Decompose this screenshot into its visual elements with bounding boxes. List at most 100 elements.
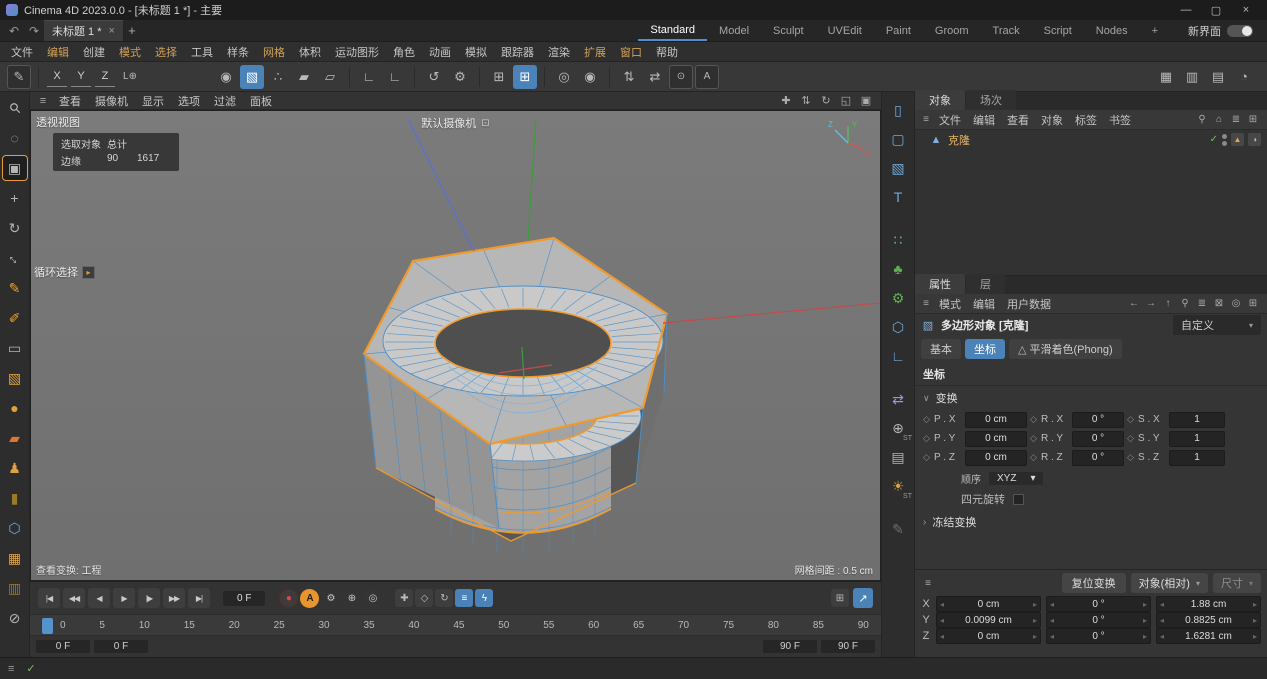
layout-tab[interactable]: Nodes	[1084, 20, 1140, 41]
cloner-icon[interactable]: ∷	[885, 228, 911, 252]
keyframe-dot-icon[interactable]: ◇	[923, 414, 931, 425]
workplane-lock-icon[interactable]: ∟	[383, 65, 407, 89]
layout-page-icon[interactable]: ▯	[885, 98, 911, 122]
snap-icon[interactable]: ⊞	[513, 65, 537, 89]
coords-size-dropdown[interactable]: 尺寸▾	[1213, 573, 1261, 593]
axis-lock-button[interactable]: Y	[71, 67, 91, 87]
move-icon[interactable]: +	[3, 186, 27, 210]
menu-item[interactable]: 体积	[292, 44, 328, 60]
attr-section-tab[interactable]: 基本	[921, 339, 961, 359]
freeze-group-header[interactable]: › 冻结变换	[915, 510, 1267, 534]
menu-item[interactable]: 跟踪器	[494, 44, 541, 60]
viewport-menu-item[interactable]: 过滤	[207, 93, 243, 109]
polygon-selection-tag-icon[interactable]: ▲	[1231, 133, 1244, 146]
back-icon[interactable]: ←	[1127, 297, 1141, 311]
keyframe-dot-icon[interactable]: ◇	[923, 452, 931, 463]
frame-icon[interactable]: ◱	[837, 93, 855, 108]
om-menu-item[interactable]: 标签	[1069, 112, 1103, 128]
grid-primitive-icon[interactable]: ▦	[3, 546, 27, 570]
toggle-position[interactable]: ✚	[395, 589, 413, 607]
phong-tag-icon[interactable]: ◑	[1248, 133, 1261, 146]
menu-item[interactable]: 样条	[220, 44, 256, 60]
square-icon[interactable]: ▢	[885, 127, 911, 151]
keyframe-settings-button[interactable]: ⚙	[321, 589, 340, 608]
gear-icon[interactable]: ⚙	[885, 286, 911, 310]
coordinate-system-icon[interactable]: L⊕	[118, 65, 142, 89]
layout-tab[interactable]: Standard	[638, 20, 707, 41]
close-button[interactable]: ×	[1231, 4, 1261, 17]
coords-rotation-field[interactable]: ◂0 °▸	[1046, 596, 1151, 612]
workplane-icon[interactable]: ∟	[357, 65, 381, 89]
keyframe-dot-icon[interactable]: ◇	[1127, 433, 1135, 444]
range-start-field[interactable]: 0 F	[36, 640, 90, 653]
attr-menu-item[interactable]: 编辑	[967, 296, 1001, 312]
keyframe-dot-icon[interactable]: ◇	[1030, 414, 1038, 425]
globe-st-icon[interactable]: ⊕ ST	[885, 416, 911, 440]
menu-item[interactable]: 选择	[148, 44, 184, 60]
plane-primitive-icon[interactable]: ▰	[3, 426, 27, 450]
edge-mode-icon[interactable]: ▧	[240, 65, 264, 89]
next-frame-button[interactable]: |▶	[138, 588, 160, 608]
arrange-icon[interactable]: ⇄	[643, 65, 667, 89]
menu-item[interactable]: 编辑	[40, 44, 76, 60]
play-button[interactable]: ▶	[113, 588, 135, 608]
om-hamburger-icon[interactable]: ≡	[919, 113, 933, 127]
undo-icon[interactable]: ↶	[4, 24, 24, 38]
symmetry-icon[interactable]: ⇄	[885, 387, 911, 411]
om-menu-item[interactable]: 对象	[1035, 112, 1069, 128]
coords-position-field[interactable]: ◂0 cm▸	[936, 628, 1041, 644]
hexagon-spline-icon[interactable]: ⬡	[3, 516, 27, 540]
brush-icon[interactable]: ✎	[885, 517, 911, 541]
enable-axis-icon[interactable]: ◉	[214, 65, 238, 89]
coords-size-field[interactable]: ◂0.8825 cm▸	[1156, 612, 1261, 628]
dolly-icon[interactable]: ⇅	[797, 93, 815, 108]
maximize-button[interactable]: ▢	[1201, 4, 1231, 17]
next-key-button[interactable]: ▶▶	[163, 588, 185, 608]
menu-item[interactable]: 动画	[422, 44, 458, 60]
search-icon[interactable]: ⚲	[1178, 297, 1192, 311]
last-tool-icon[interactable]: ✎	[7, 65, 31, 89]
om-menu-item[interactable]: 书签	[1103, 112, 1137, 128]
autokey-button[interactable]: A	[300, 589, 319, 608]
pan-icon[interactable]: ✚	[777, 93, 795, 108]
attr-section-tab[interactable]: 坐标	[965, 339, 1005, 359]
render-settings-icon[interactable]: ◉	[578, 65, 602, 89]
current-frame-field[interactable]: 0 F	[223, 591, 265, 606]
range-end-field[interactable]: 90 F	[763, 640, 817, 653]
toggle-pla[interactable]: ϟ	[475, 589, 493, 607]
render-view-icon[interactable]: ◎	[552, 65, 576, 89]
point-mode-icon[interactable]: ∴	[266, 65, 290, 89]
om-menu-item[interactable]: 查看	[1001, 112, 1035, 128]
scale-field[interactable]: 1	[1169, 412, 1225, 428]
axis-lock-button[interactable]: Z	[95, 67, 115, 87]
layout-tab[interactable]: Groom	[923, 20, 981, 41]
menu-item[interactable]: 帮助	[649, 44, 685, 60]
loop-selection-icon[interactable]: ▣	[3, 156, 27, 180]
coords-position-field[interactable]: ◂0.0099 cm▸	[936, 612, 1041, 628]
viewport-menu-item[interactable]: 面板	[243, 93, 279, 109]
toggle-rotation[interactable]: ↻	[435, 589, 453, 607]
timeline-ruler[interactable]: 051015202530354045505560657075808590	[30, 614, 881, 636]
coords-size-field[interactable]: ◂1.6281 cm▸	[1156, 628, 1261, 644]
redo-icon[interactable]: ↷	[24, 24, 44, 38]
pen-icon[interactable]: ✎	[3, 276, 27, 300]
menu-item[interactable]: 运动图形	[328, 44, 386, 60]
range-end-field-2[interactable]: 90 F	[821, 640, 875, 653]
toggle-parameter[interactable]: ≡	[455, 589, 473, 607]
rotation-field[interactable]: 0 °	[1072, 450, 1124, 466]
object-manager-tab[interactable]: 对象	[915, 90, 965, 110]
layout-tab[interactable]: Script	[1032, 20, 1084, 41]
object-manager-tab[interactable]: 场次	[966, 90, 1016, 110]
attr-hamburger-icon[interactable]: ≡	[919, 297, 933, 311]
keyframe-dot-icon[interactable]: ◇	[1127, 452, 1135, 463]
target-icon[interactable]: ◎	[1229, 297, 1243, 311]
effector-icon[interactable]: ♣	[885, 257, 911, 281]
annotate-icon[interactable]: A	[695, 65, 719, 89]
close-tab-icon[interactable]: ×	[109, 25, 115, 37]
tank-primitive-icon[interactable]: ▮	[3, 486, 27, 510]
menu-item[interactable]: 文件	[4, 44, 40, 60]
enable-check-icon[interactable]: ✓	[1210, 134, 1218, 145]
object-list[interactable]: ▲ 克隆 ✓ ▲ ◑	[915, 130, 1267, 275]
mirror-icon[interactable]: ⇅	[617, 65, 641, 89]
menu-item[interactable]: 渲染	[541, 44, 577, 60]
